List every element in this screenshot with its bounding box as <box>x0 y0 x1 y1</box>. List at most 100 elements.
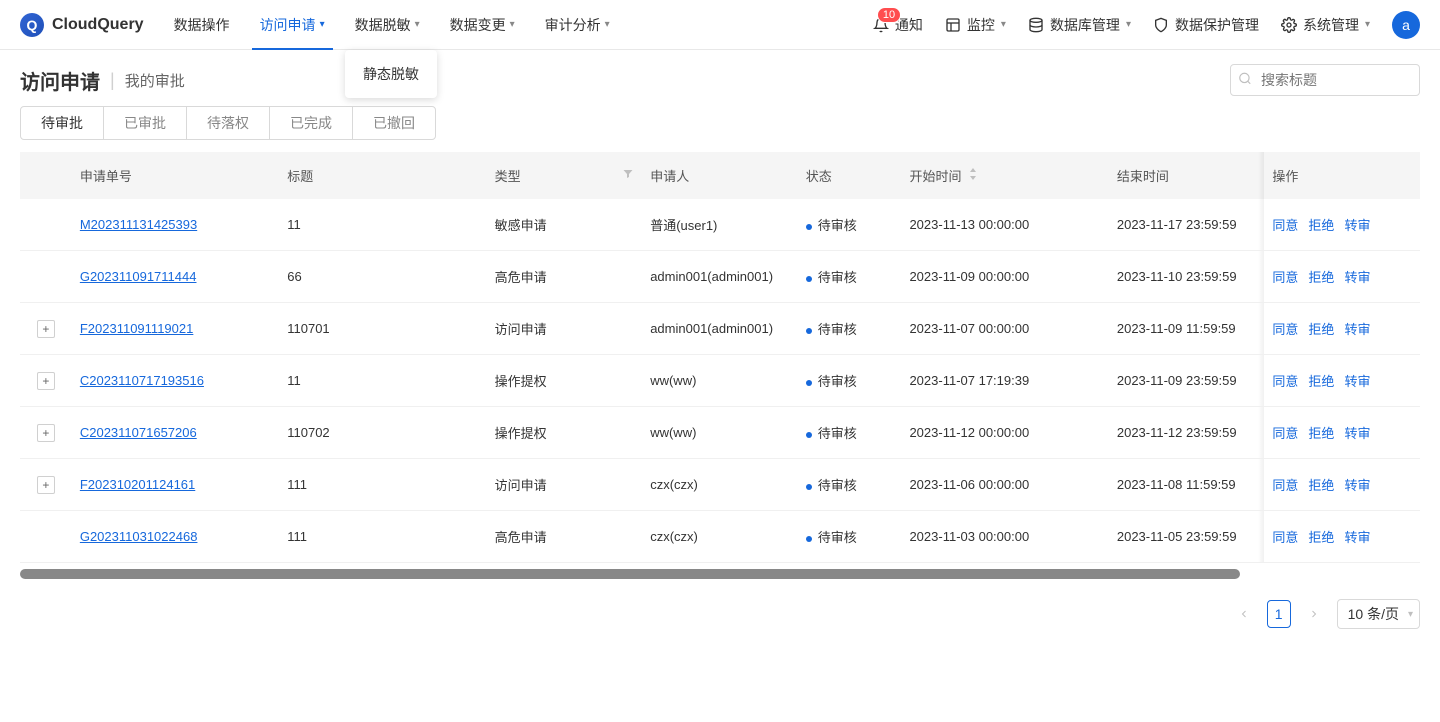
tab-completed[interactable]: 已完成 <box>269 106 353 140</box>
col-type-header[interactable]: 类型 <box>487 152 643 199</box>
horizontal-scrollbar[interactable] <box>20 569 1240 579</box>
cell-type: 高危申请 <box>487 511 643 563</box>
request-id-link[interactable]: C2023110717193516 <box>80 373 204 388</box>
cell-title: 11 <box>279 199 486 251</box>
col-title-header: 标题 <box>279 152 486 199</box>
status-dot-icon <box>806 224 812 230</box>
chevron-down-icon: ▾ <box>510 19 515 30</box>
nav-right: 10 通知 监控 ▾ 数据库管理 ▾ 数据保护管理 <box>873 11 1420 39</box>
action-reject[interactable]: 拒绝 <box>1308 218 1334 233</box>
action-approve[interactable]: 同意 <box>1272 530 1298 545</box>
request-id-link[interactable]: M202311131425393 <box>80 217 197 232</box>
nav-data-change[interactable]: 数据变更 ▾ <box>450 1 515 49</box>
cell-status: 待审核 <box>798 459 902 511</box>
pagination-next[interactable] <box>1299 599 1329 629</box>
nav-audit-analysis[interactable]: 审计分析 ▾ <box>545 1 610 49</box>
cell-end-time: 2023-11-12 23:59:59 <box>1109 407 1265 459</box>
action-forward[interactable]: 转审 <box>1344 270 1370 285</box>
row-expand-button[interactable]: + <box>37 424 55 442</box>
tab-approved[interactable]: 已审批 <box>103 106 187 140</box>
chevron-down-icon: ▾ <box>1408 609 1413 620</box>
nav-monitoring[interactable]: 监控 ▾ <box>945 15 1006 35</box>
sort-icon[interactable] <box>967 166 979 185</box>
page-subtitle: 我的审批 <box>125 70 185 91</box>
action-reject[interactable]: 拒绝 <box>1308 322 1334 337</box>
cell-start-time: 2023-11-12 00:00:00 <box>901 407 1108 459</box>
chevron-down-icon: ▾ <box>415 19 420 30</box>
row-expand-button[interactable]: + <box>37 476 55 494</box>
cell-end-time: 2023-11-08 11:59:59 <box>1109 459 1265 511</box>
nav-database-management[interactable]: 数据库管理 ▾ <box>1028 15 1131 35</box>
row-expand-button[interactable]: + <box>37 320 55 338</box>
nav-access-request[interactable]: 访问申请 ▾ <box>260 1 325 49</box>
request-id-link[interactable]: F202310201124161 <box>80 477 195 492</box>
notification-badge: 10 <box>877 7 901 23</box>
cell-title: 111 <box>279 459 486 511</box>
action-reject[interactable]: 拒绝 <box>1308 478 1334 493</box>
col-action-header: 操作 <box>1264 152 1420 199</box>
nav-system-management[interactable]: 系统管理 ▾ <box>1281 15 1370 35</box>
action-forward[interactable]: 转审 <box>1344 322 1370 337</box>
action-reject[interactable]: 拒绝 <box>1308 426 1334 441</box>
action-forward[interactable]: 转审 <box>1344 478 1370 493</box>
shield-icon <box>1153 17 1169 33</box>
action-approve[interactable]: 同意 <box>1272 270 1298 285</box>
action-approve[interactable]: 同意 <box>1272 426 1298 441</box>
nav-data-operations[interactable]: 数据操作 <box>174 1 230 49</box>
database-icon <box>1028 17 1044 33</box>
action-approve[interactable]: 同意 <box>1272 478 1298 493</box>
request-id-link[interactable]: F202311091119021 <box>80 321 194 336</box>
action-reject[interactable]: 拒绝 <box>1308 374 1334 389</box>
cell-applicant: czx(czx) <box>642 511 798 563</box>
col-id-header: 申请单号 <box>72 152 279 199</box>
request-id-link[interactable]: G202311091711444 <box>80 269 197 284</box>
cell-start-time: 2023-11-13 00:00:00 <box>901 199 1108 251</box>
cell-status: 待审核 <box>798 199 902 251</box>
action-forward[interactable]: 转审 <box>1344 426 1370 441</box>
action-approve[interactable]: 同意 <box>1272 322 1298 337</box>
chevron-down-icon: ▾ <box>1126 19 1131 30</box>
chevron-down-icon: ▾ <box>1001 19 1006 30</box>
tab-pending-approval[interactable]: 待审批 <box>20 106 104 140</box>
action-approve[interactable]: 同意 <box>1272 374 1298 389</box>
cell-status: 待审核 <box>798 303 902 355</box>
pagination-page-1[interactable]: 1 <box>1267 600 1291 628</box>
action-approve[interactable]: 同意 <box>1272 218 1298 233</box>
dropdown-item-static-masking[interactable]: 静态脱敏 <box>345 54 437 94</box>
cell-actions: 同意拒绝转审 <box>1264 355 1420 407</box>
tab-pending-grant[interactable]: 待落权 <box>186 106 270 140</box>
filter-icon[interactable] <box>622 168 634 183</box>
status-tabs: 待审批 已审批 待落权 已完成 已撤回 <box>0 106 1440 140</box>
nav-data-protection[interactable]: 数据保护管理 <box>1153 15 1259 35</box>
action-forward[interactable]: 转审 <box>1344 530 1370 545</box>
col-applicant-header: 申请人 <box>642 152 798 199</box>
action-forward[interactable]: 转审 <box>1344 374 1370 389</box>
tab-revoked[interactable]: 已撤回 <box>352 106 436 140</box>
search-icon <box>1238 72 1252 89</box>
request-id-link[interactable]: C202311071657206 <box>80 425 197 440</box>
col-status-header: 状态 <box>798 152 902 199</box>
status-dot-icon <box>806 328 812 334</box>
brand-name: CloudQuery <box>52 16 144 34</box>
table-row: +C202311071719351611操作提权ww(ww)待审核2023-11… <box>20 355 1420 407</box>
nav-data-masking[interactable]: 数据脱敏 ▾ <box>355 1 420 49</box>
chevron-down-icon: ▾ <box>320 19 325 30</box>
col-start-header[interactable]: 开始时间 <box>901 152 1108 199</box>
nav-notifications[interactable]: 10 通知 <box>873 15 923 35</box>
pagination-page-size[interactable]: 10 条/页 ▾ <box>1337 599 1420 629</box>
cell-status: 待审核 <box>798 407 902 459</box>
request-id-link[interactable]: G202311031022468 <box>80 529 198 544</box>
cell-applicant: ww(ww) <box>642 407 798 459</box>
action-reject[interactable]: 拒绝 <box>1308 270 1334 285</box>
table-row: +C202311071657206110702操作提权ww(ww)待审核2023… <box>20 407 1420 459</box>
action-forward[interactable]: 转审 <box>1344 218 1370 233</box>
action-reject[interactable]: 拒绝 <box>1308 530 1334 545</box>
col-end-header: 结束时间 <box>1109 152 1265 199</box>
brand-logo[interactable]: Q CloudQuery <box>20 13 144 37</box>
requests-table: 申请单号 标题 类型 申请人 状态 开始时间 <box>20 152 1420 563</box>
cell-status: 待审核 <box>798 511 902 563</box>
pagination-prev[interactable] <box>1229 599 1259 629</box>
search-input[interactable] <box>1230 64 1420 96</box>
user-avatar[interactable]: a <box>1392 11 1420 39</box>
row-expand-button[interactable]: + <box>37 372 55 390</box>
